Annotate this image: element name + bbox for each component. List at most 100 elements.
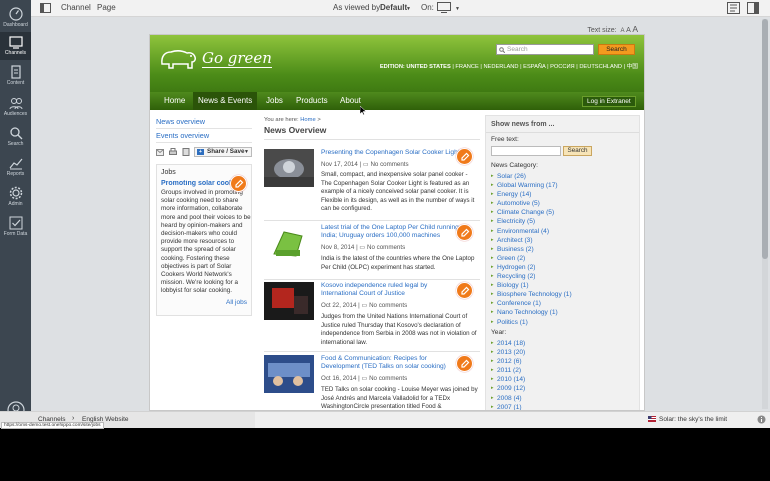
extranet-login-button[interactable]: Log in Extranet	[582, 96, 636, 107]
year-item[interactable]: 2012 (6)	[491, 357, 525, 366]
news-thumbnail[interactable]	[264, 282, 314, 320]
nav-jobs[interactable]: Jobs	[261, 92, 288, 110]
info-icon[interactable]	[757, 415, 766, 424]
right-panel-icon[interactable]	[747, 2, 759, 14]
category-item[interactable]: Environmental (4)	[491, 227, 572, 236]
edition-espana[interactable]: ESPAÑA	[523, 64, 545, 70]
mouse-cursor-icon	[360, 106, 366, 115]
edition-deutschland[interactable]: DEUTSCHLAND	[579, 64, 622, 70]
chevron-down-icon[interactable]: ▼	[406, 6, 411, 12]
sidebar-toggle-icon[interactable]	[40, 3, 51, 13]
year-item[interactable]: 2008 (4)	[491, 394, 525, 403]
category-item[interactable]: Climate Change (5)	[491, 208, 572, 217]
edition-russia[interactable]: РОССИЯ	[550, 64, 575, 70]
viewed-by-select[interactable]: Default	[380, 3, 407, 12]
print-icon[interactable]	[169, 148, 177, 156]
category-item[interactable]: Nano Technology (1)	[491, 308, 572, 317]
filter-search-button[interactable]: Search	[563, 146, 592, 156]
breadcrumb-home[interactable]: Home	[300, 117, 315, 123]
category-item[interactable]: Recycling (2)	[491, 272, 572, 281]
news-comments[interactable]: No comments	[369, 302, 407, 309]
free-text-input[interactable]	[491, 146, 561, 156]
news-thumbnail[interactable]	[264, 149, 314, 187]
bookmark-icon[interactable]	[182, 148, 190, 156]
rail-admin[interactable]: Admin	[0, 183, 31, 211]
year-item[interactable]: 2013 (20)	[491, 348, 525, 357]
news-date: Oct 16, 2014	[321, 375, 357, 382]
edition-nederland[interactable]: NEDERLAND	[483, 64, 518, 70]
year-item[interactable]: 2009 (12)	[491, 384, 525, 393]
year-item[interactable]: 2010 (14)	[491, 375, 525, 384]
channel-menu[interactable]: Channel	[61, 3, 91, 12]
year-item[interactable]: 2011 (2)	[491, 366, 525, 375]
events-overview-link[interactable]: Events overview	[156, 129, 252, 143]
category-item[interactable]: Conference (1)	[491, 299, 572, 308]
polar-bear-logo[interactable]	[159, 44, 199, 72]
category-item[interactable]: Politics (1)	[491, 318, 572, 327]
email-icon[interactable]	[156, 149, 164, 156]
year-item[interactable]: 2007 (1)	[491, 403, 525, 410]
rail-content[interactable]: Content	[0, 62, 31, 90]
page-properties-icon[interactable]	[727, 2, 740, 14]
job-title-link[interactable]: Promoting solar cooking	[161, 180, 233, 187]
news-title-link[interactable]: Kosovo independence ruled legal by Inter…	[321, 282, 463, 298]
category-item[interactable]: Automotive (5)	[491, 199, 572, 208]
rail-channels[interactable]: Channels	[0, 32, 31, 60]
category-item[interactable]: Solar (26)	[491, 172, 572, 181]
news-overview-link[interactable]: News overview	[156, 115, 252, 129]
all-jobs-link[interactable]: All jobs	[226, 299, 247, 306]
news-comments[interactable]: No comments	[367, 244, 405, 251]
rail-reports[interactable]: Reports	[0, 153, 31, 181]
nav-news-events[interactable]: News & Events	[193, 92, 258, 110]
divider	[264, 220, 480, 221]
news-thumbnail[interactable]	[264, 224, 314, 262]
news-title-link[interactable]: Food & Communication: Recipes for Develo…	[321, 355, 463, 371]
rail-form-data[interactable]: Form Data	[0, 213, 31, 241]
share-save-button[interactable]: + Share / Save ▼	[194, 147, 252, 157]
category-item[interactable]: Hydrogen (2)	[491, 263, 572, 272]
category-item[interactable]: Green (2)	[491, 254, 572, 263]
edition-france[interactable]: FRANCE	[455, 64, 478, 70]
site-logo-text[interactable]: Go green	[202, 49, 272, 67]
news-edit-button[interactable]	[456, 148, 473, 165]
rail-audiences[interactable]: Audiences	[0, 93, 31, 121]
edition-united-states[interactable]: UNITED STATES	[406, 64, 450, 70]
news-title-link[interactable]: Presenting the Copenhagen Solar Cooker L…	[321, 149, 463, 157]
rail-dashboard[interactable]: Dashboard	[0, 4, 31, 32]
category-item[interactable]: Business (2)	[491, 245, 572, 254]
website-page: Go green Search Search EDITION: UNITED S…	[149, 34, 645, 411]
category-item[interactable]: Global Warming (17)	[491, 181, 572, 190]
site-search-button[interactable]: Search	[598, 44, 635, 55]
nav-home[interactable]: Home	[159, 92, 190, 110]
news-edit-button[interactable]	[456, 224, 473, 241]
category-item[interactable]: Architect (3)	[491, 236, 572, 245]
device-chevron-icon[interactable]: ▼	[455, 6, 460, 12]
form-data-icon	[9, 216, 22, 230]
news-thumbnail[interactable]	[264, 355, 314, 393]
scrollbar-thumb[interactable]	[762, 19, 768, 259]
vertical-scrollbar[interactable]	[762, 19, 768, 409]
free-text-label: Free text:	[491, 136, 519, 143]
news-comments[interactable]: No comments	[370, 161, 408, 168]
news-edit-button[interactable]	[456, 282, 473, 299]
news-comments[interactable]: No comments	[369, 375, 407, 382]
site-search-input[interactable]: Search	[496, 44, 594, 55]
category-list: Solar (26) Global Warming (17) Energy (1…	[491, 172, 572, 327]
text-size-large[interactable]: A	[632, 24, 638, 34]
category-item[interactable]: Electricity (5)	[491, 217, 572, 226]
job-edit-button[interactable]	[230, 175, 247, 192]
category-item[interactable]: Energy (14)	[491, 190, 572, 199]
category-item[interactable]: Biology (1)	[491, 281, 572, 290]
edition-china[interactable]: 中国	[627, 64, 638, 70]
share-plus-icon: +	[197, 149, 204, 155]
news-edit-button[interactable]	[456, 355, 473, 372]
news-title-link[interactable]: Latest trial of the One Laptop Per Child…	[321, 224, 463, 240]
category-item[interactable]: Biosphere Technology (1)	[491, 290, 572, 299]
text-size-medium[interactable]: A	[626, 27, 630, 34]
rail-search[interactable]: Search	[0, 123, 31, 151]
device-icon[interactable]	[437, 2, 451, 13]
news-date: Nov 17, 2014	[321, 161, 358, 168]
year-item[interactable]: 2014 (18)	[491, 339, 525, 348]
nav-products[interactable]: Products	[291, 92, 333, 110]
page-menu[interactable]: Page	[97, 3, 116, 12]
